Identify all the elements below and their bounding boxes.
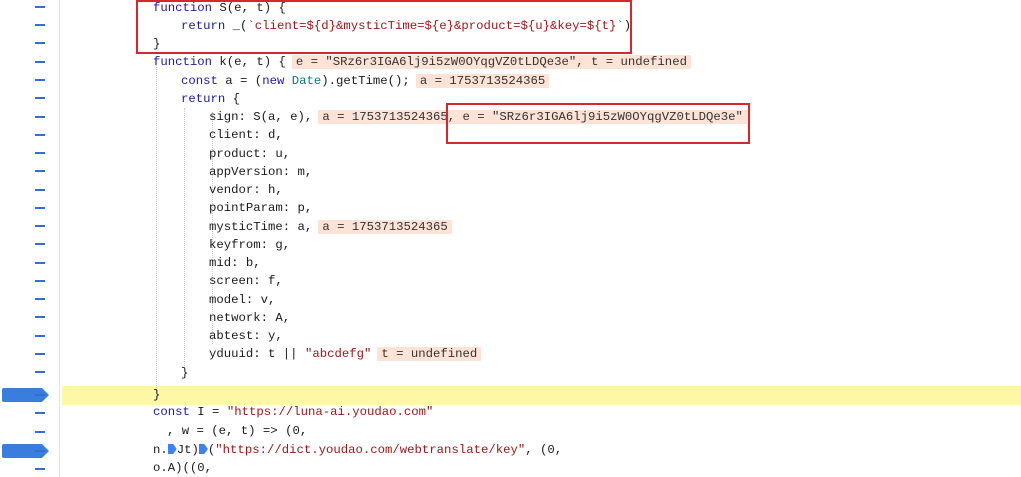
code-token: pointParam: p, — [209, 201, 313, 215]
code-line: return { — [181, 90, 240, 108]
code-line: screen: f, — [209, 272, 283, 290]
code-token: Jt) — [176, 443, 199, 457]
code-token: ).getTime(); — [321, 74, 410, 88]
code-line: keyfrom: g, — [209, 236, 290, 254]
gutter-marker[interactable] — [35, 468, 45, 470]
code-token: Date — [291, 74, 322, 88]
code-token: k(e, t) { — [212, 55, 286, 69]
gutter-marker[interactable] — [35, 394, 45, 396]
gutter-marker[interactable] — [35, 280, 45, 282]
code-line: const I = "https://luna-ai.youdao.com" — [153, 403, 433, 421]
code-line: abtest: y, — [209, 327, 283, 345]
code-token: } — [181, 366, 189, 380]
gutter-marker[interactable] — [35, 189, 45, 191]
indent-guide — [184, 108, 185, 366]
gutter-marker[interactable] — [35, 450, 45, 452]
code-token: "abcdefg" — [304, 347, 372, 361]
code-token: mid: b, — [209, 256, 261, 270]
gutter-marker[interactable] — [35, 298, 45, 300]
code-token: n. — [153, 443, 168, 457]
code-token: appVersion: m, — [209, 165, 313, 179]
code-token: mysticTime: a, — [209, 220, 313, 234]
gutter-marker[interactable] — [35, 152, 45, 154]
code-token: I = — [189, 405, 227, 419]
code-token: model: v, — [209, 293, 276, 307]
code-token: screen: f, — [209, 274, 283, 288]
code-line: } — [153, 386, 160, 404]
code-token: } — [153, 388, 161, 402]
gutter-marker[interactable] — [35, 335, 45, 337]
code-line: mid: b, — [209, 254, 261, 272]
code-token: vendor: h, — [209, 183, 283, 197]
gutter-marker[interactable] — [35, 116, 45, 118]
inline-breakpoint-icon[interactable] — [198, 444, 208, 454]
code-line: client: d, — [209, 126, 283, 144]
gutter-marker[interactable] — [35, 61, 45, 63]
gutter-marker[interactable] — [35, 134, 45, 136]
code-token: , w = (e, t) => (0, — [167, 424, 308, 438]
code-line: appVersion: m, — [209, 163, 312, 181]
code-token: function — [153, 55, 213, 69]
code-line: model: v, — [209, 291, 275, 309]
indent-guide — [156, 60, 157, 390]
gutter-marker[interactable] — [35, 79, 45, 81]
code-token: { — [225, 92, 241, 106]
code-token: abtest: y, — [209, 329, 283, 343]
gutter-marker[interactable] — [35, 225, 45, 227]
code-line: network: A, — [209, 309, 290, 327]
gutter-marker[interactable] — [35, 170, 45, 172]
inline-value-hint: e = "SRz6r3IGA6lj9i5zW0OYqgVZ0tLDQe3e", … — [291, 55, 691, 69]
code-token: const — [181, 74, 218, 88]
code-line: n. Jt) ("https://dict.youdao.com/webtransl… — [153, 441, 562, 459]
code-line: pointParam: p, — [209, 199, 312, 217]
code-token: product: u, — [209, 147, 291, 161]
gutter-marker[interactable] — [35, 316, 45, 318]
gutter-marker[interactable] — [35, 97, 45, 99]
code-token: new — [262, 74, 285, 88]
code-token: const — [153, 405, 190, 419]
code-editor: function S(e, t) {return _(`client=${d}&… — [0, 0, 1021, 477]
gutter-marker[interactable] — [35, 371, 45, 373]
code-token: "https://luna-ai.youdao.com" — [226, 405, 434, 419]
gutter-marker[interactable] — [35, 42, 45, 44]
annotation-box-function-s — [136, 0, 632, 54]
inline-breakpoint-icon[interactable] — [167, 444, 177, 454]
code-token: a = ( — [217, 74, 263, 88]
code-token: client: d, — [209, 128, 283, 142]
gutter-separator — [59, 0, 60, 477]
code-token: o.A)((0, — [153, 461, 213, 475]
inline-value-hint: a = 1753713524365 — [318, 220, 452, 234]
gutter-marker[interactable] — [35, 207, 45, 209]
code-line: const a = (new Date).getTime(); a = 17537… — [181, 72, 550, 90]
gutter-marker[interactable] — [35, 262, 45, 264]
gutter-marker[interactable] — [35, 431, 45, 433]
annotation-box-sign-value — [446, 103, 750, 144]
gutter-marker[interactable] — [35, 24, 45, 26]
code-line: mysticTime: a, a = 1753713524365 — [209, 218, 452, 236]
gutter-marker[interactable] — [35, 353, 45, 355]
code-line: , w = (e, t) => (0, — [167, 422, 307, 440]
code-line: function k(e, t) { e = "SRz6r3IGA6lj9i5zW… — [153, 53, 691, 71]
code-token: network: A, — [209, 311, 291, 325]
code-line: o.A)((0, — [153, 459, 212, 477]
code-token: return — [181, 92, 226, 106]
inline-value-hint: a = 1753713524365 — [415, 74, 550, 88]
code-token: sign: S(a, e), — [209, 110, 313, 124]
code-token: , (0, — [525, 443, 563, 457]
gutter-marker[interactable] — [35, 412, 45, 414]
code-token: yduuid: t || — [209, 347, 305, 361]
code-token: "https://dict.youdao.com/webtranslate/ke… — [215, 443, 526, 457]
inline-value-hint: t = undefined — [377, 347, 482, 361]
code-line: vendor: h, — [209, 181, 283, 199]
gutter-marker[interactable] — [35, 243, 45, 245]
code-line: product: u, — [209, 145, 290, 163]
code-token: keyfrom: g, — [209, 238, 291, 252]
code-line: yduuid: t || "abcdefg" t = undefined — [209, 345, 482, 363]
gutter-marker[interactable] — [35, 6, 45, 8]
code-line: } — [181, 364, 188, 382]
